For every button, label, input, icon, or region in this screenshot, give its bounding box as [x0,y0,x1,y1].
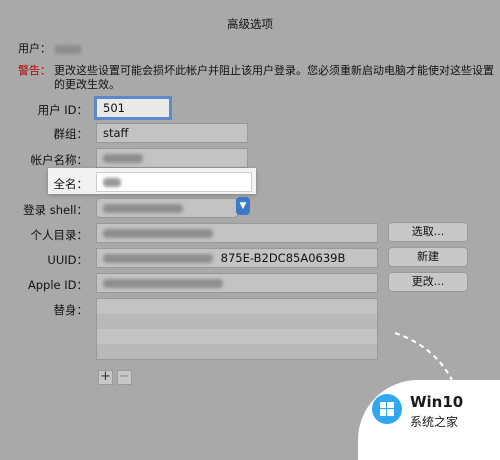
apple-id-field[interactable] [96,273,378,293]
login-shell-label: 登录 shell： [23,203,88,217]
dialog-title: 高级选项 [227,17,273,31]
user-label: 用户： [18,42,51,55]
full-name-field[interactable] [96,172,252,192]
account-name-field[interactable] [96,148,248,168]
warning-label: 警告： [18,64,51,77]
new-button[interactable]: 新建 [388,247,468,267]
apple-id-label: Apple ID： [27,278,88,292]
watermark-sub: 系统之家 [410,415,459,429]
user-id-field[interactable]: 501 [96,98,170,118]
account-name-label: 帐户名称： [30,153,89,167]
list-row [97,314,377,329]
aliases-list[interactable] [96,298,378,360]
change-button[interactable]: 更改... [388,272,468,292]
list-row [97,344,377,359]
aliases-label: 替身： [53,303,89,317]
chevron-down-icon[interactable]: ▼ [236,197,250,215]
login-shell-select[interactable] [96,198,238,218]
windows-logo-icon [372,394,402,424]
group-field[interactable]: staff [96,123,248,143]
user-name-blurred [54,42,82,55]
user-id-label: 用户 ID： [37,103,88,117]
warning-text-line2: 的更改生效。 [54,78,120,91]
group-label: 群组： [53,127,89,141]
choose-button[interactable]: 选取... [388,222,468,242]
add-alias-button[interactable]: + [98,370,113,385]
full-name-label: 全名： [53,177,89,191]
home-dir-label: 个人目录： [30,228,89,242]
list-row [97,329,377,344]
watermark-brand: Win10 [410,393,464,411]
home-dir-field[interactable] [96,223,378,243]
uuid-visible-suffix: 875E-B2DC85A0639B [220,251,346,265]
warning-text-line1: 更改这些设置可能会损坏此帐户并阻止该用户登录。您必须重新启动电脑才能使对这些设置 [54,64,494,77]
uuid-field[interactable]: 875E-B2DC85A0639B [96,248,378,268]
remove-alias-button[interactable]: − [117,370,132,385]
uuid-label: UUID： [47,253,88,267]
list-row [97,299,377,314]
